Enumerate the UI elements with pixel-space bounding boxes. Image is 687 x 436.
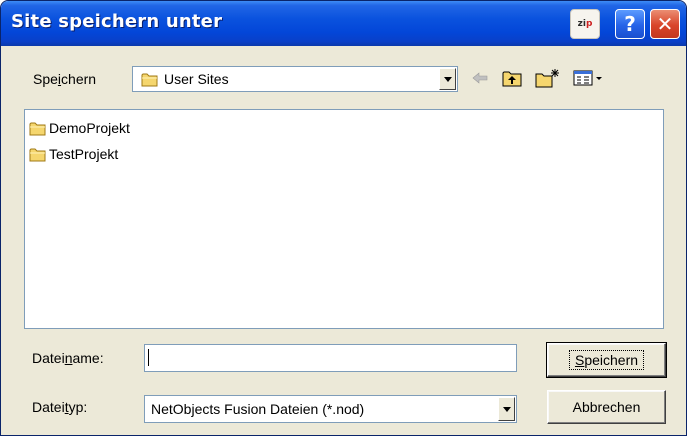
zip-button[interactable]: zip	[570, 9, 600, 39]
cancel-button[interactable]: Abbrechen	[547, 390, 666, 424]
save-in-dropdown[interactable]: User Sites	[132, 66, 458, 92]
file-name: DemoProjekt	[49, 120, 130, 136]
new-folder-button[interactable]	[535, 68, 561, 88]
view-menu-button[interactable]	[573, 68, 607, 88]
filename-label: Dateiname:	[32, 350, 104, 366]
help-icon: ?	[624, 12, 636, 36]
save-button-label: Speichern	[568, 350, 645, 370]
up-one-level-icon	[502, 71, 522, 87]
chevron-down-icon[interactable]	[498, 397, 515, 421]
folder-icon	[29, 122, 46, 135]
title-bar[interactable]: Site speichern unter zip ? ✕	[1, 1, 686, 46]
new-folder-icon	[535, 69, 559, 88]
text-caret	[148, 349, 149, 366]
save-in-value: User Sites	[164, 71, 229, 87]
filetype-dropdown[interactable]: NetObjects Fusion Dateien (*.nod)	[144, 395, 517, 423]
filetype-value: NetObjects Fusion Dateien (*.nod)	[151, 401, 365, 417]
help-button[interactable]: ?	[615, 9, 645, 39]
chevron-down-icon[interactable]	[439, 68, 456, 90]
save-site-dialog: Site speichern unter zip ? ✕ Speichern U…	[0, 0, 687, 436]
zip-icon: zip	[577, 19, 593, 29]
file-list[interactable]: DemoProjekt TestProjekt	[24, 109, 664, 329]
filetype-label: Dateityp:	[32, 399, 88, 415]
save-in-label: Speichern	[33, 71, 97, 87]
save-button[interactable]: Speichern	[546, 342, 667, 378]
list-item[interactable]: DemoProjekt	[29, 119, 130, 137]
close-button[interactable]: ✕	[650, 9, 680, 39]
back-arrow-icon	[472, 72, 488, 84]
list-item[interactable]: TestProjekt	[29, 145, 118, 163]
cancel-button-label: Abbrechen	[572, 399, 641, 415]
up-one-level-button[interactable]	[502, 68, 522, 88]
view-menu-icon	[573, 70, 602, 86]
folder-icon	[141, 73, 158, 86]
filename-field[interactable]	[144, 344, 517, 372]
back-button[interactable]	[471, 68, 489, 88]
close-icon: ✕	[656, 12, 674, 36]
file-name: TestProjekt	[49, 146, 119, 162]
dialog-title: Site speichern unter	[11, 11, 223, 32]
folder-icon	[29, 148, 46, 161]
